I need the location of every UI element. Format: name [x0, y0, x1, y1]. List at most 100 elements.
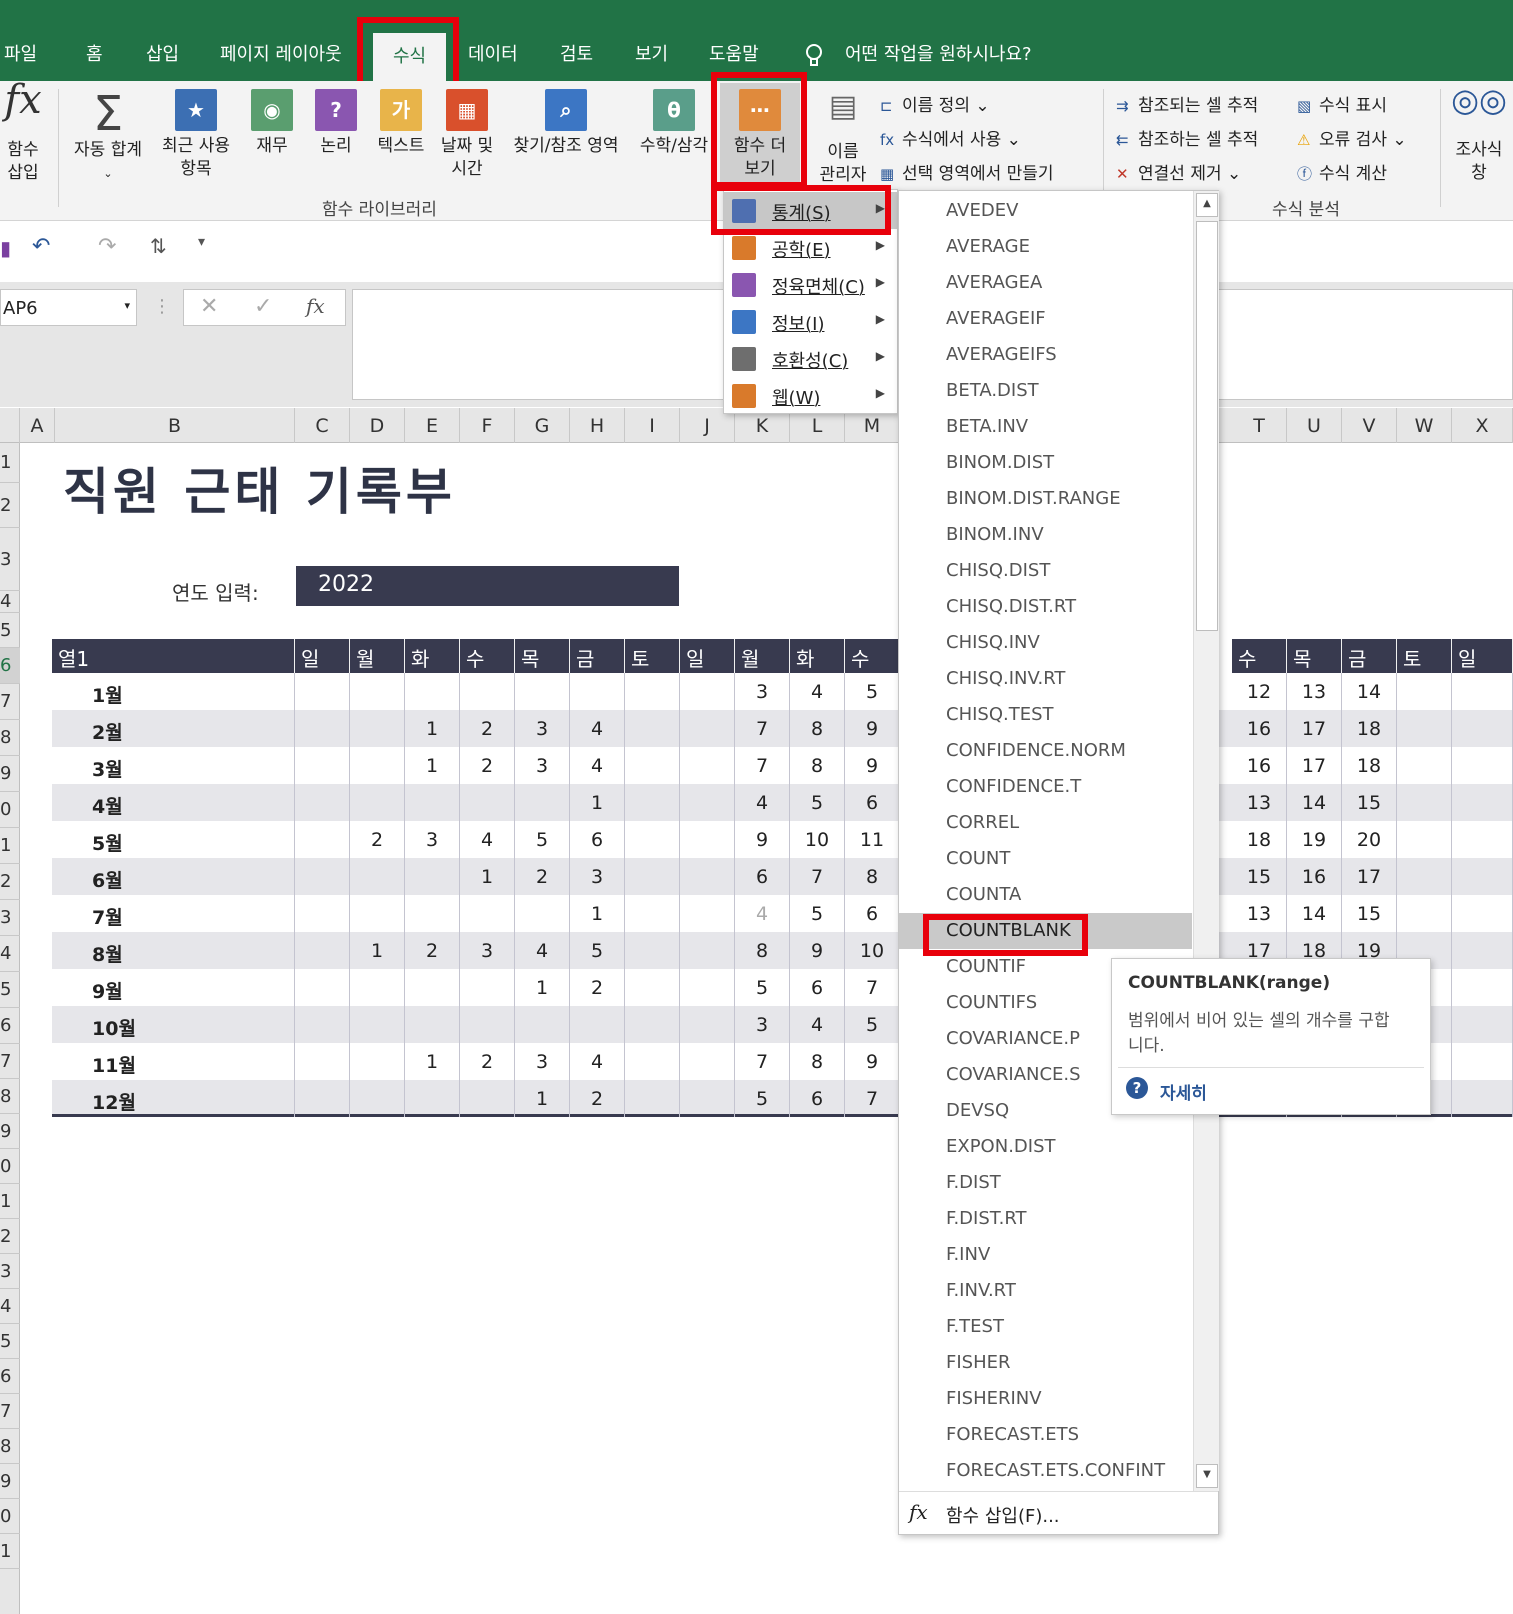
scrollbar-thumb[interactable]	[1196, 221, 1218, 631]
tab-help[interactable]: 도움말	[709, 40, 759, 68]
date-cell[interactable]: 18	[1342, 710, 1397, 747]
date-cell[interactable]	[1397, 710, 1452, 747]
month-cell[interactable]: 8월	[52, 932, 295, 969]
watch-window-button[interactable]: ◎◎ 조사식 창	[1448, 84, 1510, 185]
date-cell[interactable]: 4	[570, 747, 625, 784]
row-header[interactable]: 6	[0, 1359, 20, 1394]
date-cell[interactable]: 4	[790, 1006, 845, 1043]
undo-icon[interactable]: ↶	[32, 234, 50, 259]
function-menu-item[interactable]: COUNTA	[899, 877, 1192, 913]
tab-data[interactable]: 데이터	[468, 40, 518, 68]
date-cell[interactable]: 16	[1232, 710, 1287, 747]
date-cell[interactable]: 6	[790, 1080, 845, 1117]
category-menu-item[interactable]: 호환성(C) ▶	[724, 340, 897, 377]
date-cell[interactable]	[680, 821, 735, 858]
date-cell[interactable]: 6	[845, 895, 900, 932]
date-cell[interactable]: 13	[1232, 895, 1287, 932]
category-menu-item[interactable]: 정육면체(C) ▶	[724, 266, 897, 303]
date-cell[interactable]	[515, 784, 570, 821]
date-cell[interactable]	[460, 895, 515, 932]
date-cell[interactable]	[1397, 858, 1452, 895]
date-cell[interactable]: 1	[570, 784, 625, 821]
date-cell[interactable]	[295, 710, 350, 747]
row-header[interactable]: 9	[0, 1114, 20, 1149]
function-menu-item[interactable]: CONFIDENCE.NORM	[899, 733, 1192, 769]
date-cell[interactable]: 17	[1287, 710, 1342, 747]
column-header[interactable]: H	[570, 408, 625, 443]
date-cell[interactable]	[570, 673, 625, 710]
date-cell[interactable]: 11	[845, 821, 900, 858]
remove-arrows-button[interactable]: ✕ 연결선 제거 ⌄	[1116, 159, 1241, 184]
date-cell[interactable]: 5	[845, 1006, 900, 1043]
date-cell[interactable]	[680, 969, 735, 1006]
function-menu-item[interactable]: CONFIDENCE.T	[899, 769, 1192, 805]
date-cell[interactable]	[680, 1080, 735, 1117]
date-cell[interactable]	[680, 710, 735, 747]
date-cell[interactable]: 13	[1287, 673, 1342, 710]
function-menu-item[interactable]: AVERAGEIF	[899, 301, 1192, 337]
row-header[interactable]: 0	[0, 792, 20, 828]
date-cell[interactable]: 8	[845, 858, 900, 895]
row-header[interactable]: 2	[0, 483, 20, 528]
column-header[interactable]: W	[1397, 408, 1452, 443]
date-cell[interactable]: 17	[1287, 747, 1342, 784]
date-cell[interactable]	[295, 858, 350, 895]
date-cell[interactable]: 20	[1342, 821, 1397, 858]
date-cell[interactable]	[1452, 969, 1513, 1006]
date-cell[interactable]: 2	[460, 1043, 515, 1080]
date-cell[interactable]	[295, 747, 350, 784]
date-cell[interactable]	[1452, 1080, 1513, 1117]
date-cell[interactable]	[1452, 895, 1513, 932]
date-cell[interactable]: 1	[405, 1043, 460, 1080]
date-cell[interactable]	[295, 821, 350, 858]
date-cell[interactable]: 6	[735, 858, 790, 895]
date-cell[interactable]	[295, 895, 350, 932]
date-cell[interactable]: 4	[735, 895, 790, 932]
date-cell[interactable]	[1452, 932, 1513, 969]
function-menu-item[interactable]: AVERAGE	[899, 229, 1192, 265]
date-cell[interactable]: 9	[845, 1043, 900, 1080]
function-menu-item[interactable]: COUNT	[899, 841, 1192, 877]
date-cell[interactable]	[350, 1043, 405, 1080]
function-menu-item[interactable]: F.DIST.RT	[899, 1201, 1192, 1237]
date-cell[interactable]	[405, 784, 460, 821]
function-menu-item[interactable]: AVEDEV	[899, 193, 1192, 229]
date-cell[interactable]: 2	[515, 858, 570, 895]
date-cell[interactable]	[350, 969, 405, 1006]
month-cell[interactable]: 1월	[52, 673, 295, 710]
column-header[interactable]: X	[1452, 408, 1513, 443]
row-header[interactable]: 4	[0, 591, 20, 613]
date-cell[interactable]: 7	[735, 1043, 790, 1080]
date-cell[interactable]: 3	[405, 821, 460, 858]
function-menu-item[interactable]: EXPON.DIST	[899, 1129, 1192, 1165]
tab-view[interactable]: 보기	[635, 40, 668, 68]
function-menu-item[interactable]: F.INV	[899, 1237, 1192, 1273]
column-header[interactable]: F	[460, 408, 515, 443]
date-cell[interactable]	[625, 784, 680, 821]
row-header[interactable]: 4	[0, 936, 20, 972]
tab-file[interactable]: 파일	[4, 40, 37, 68]
date-cell[interactable]: 3	[515, 1043, 570, 1080]
date-cell[interactable]: 5	[790, 784, 845, 821]
date-cell[interactable]: 4	[460, 821, 515, 858]
date-cell[interactable]: 19	[1287, 821, 1342, 858]
insert-function-menu-item[interactable]: fx 함수 삽입(F)...	[899, 1491, 1218, 1535]
month-cell[interactable]: 4월	[52, 784, 295, 821]
function-menu-item[interactable]: CHISQ.INV.RT	[899, 661, 1192, 697]
date-cell[interactable]: 7	[790, 858, 845, 895]
date-cell[interactable]: 17	[1342, 858, 1397, 895]
tab-review[interactable]: 검토	[560, 40, 593, 68]
date-cell[interactable]	[680, 673, 735, 710]
date-cell[interactable]	[625, 895, 680, 932]
save-icon[interactable]: ▮	[0, 236, 11, 260]
date-cell[interactable]: 4	[570, 1043, 625, 1080]
date-cell[interactable]: 14	[1287, 784, 1342, 821]
date-cell[interactable]: 13	[1232, 784, 1287, 821]
datetime-button[interactable]: ▦ 날짜 및 시간	[436, 89, 498, 181]
row-header[interactable]: 8	[0, 720, 20, 756]
date-cell[interactable]: 5	[790, 895, 845, 932]
date-cell[interactable]: 1	[570, 895, 625, 932]
date-cell[interactable]	[295, 969, 350, 1006]
date-cell[interactable]	[680, 932, 735, 969]
month-cell[interactable]: 3월	[52, 747, 295, 784]
